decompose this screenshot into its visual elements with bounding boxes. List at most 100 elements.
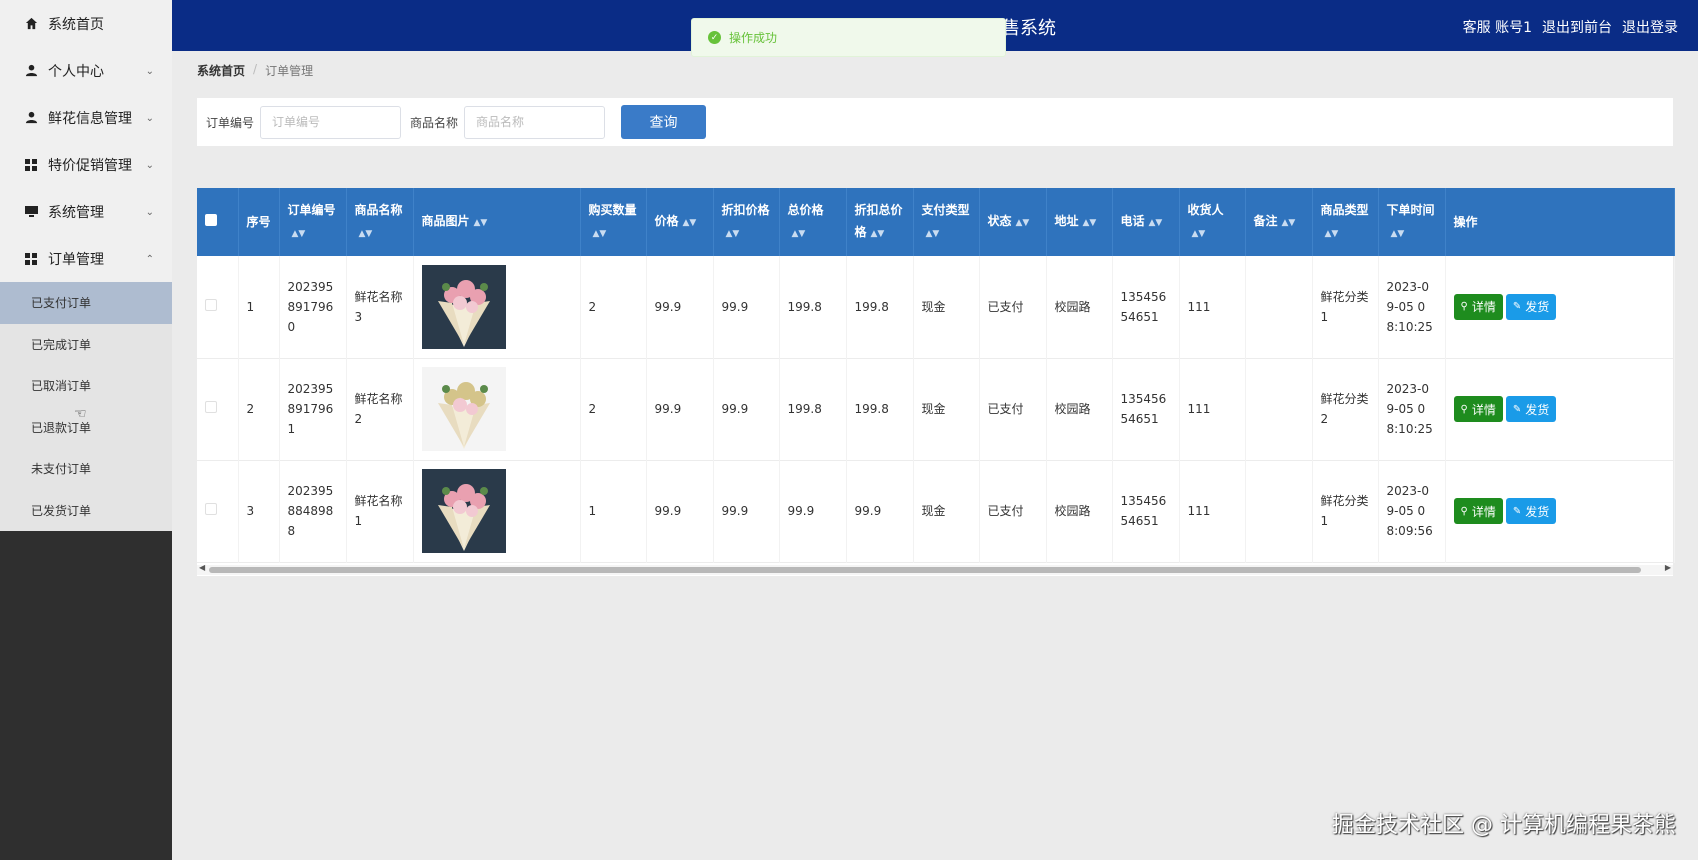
sidebar-item-flower-info[interactable]: 鲜花信息管理 ⌄ [0,94,172,141]
check-circle-icon: ✓ [708,31,721,44]
app-title: 售系统 [1002,18,1056,39]
scrollbar-thumb[interactable] [209,567,1641,573]
scroll-left-icon[interactable]: ◀ [199,563,205,572]
col-qty[interactable]: 购买数量 ▲▼ [580,188,647,256]
cell-status: 已支付 [979,256,1047,358]
chevron-up-icon: ⌃ [145,253,154,265]
sort-icon[interactable]: ▲▼ [1391,229,1405,239]
col-label: 购买数量 [588,203,637,217]
detail-button[interactable]: ⚲ 详情 [1453,396,1503,422]
sort-icon[interactable]: ▲▼ [1282,218,1296,228]
col-address[interactable]: 地址 ▲▼ [1046,188,1113,256]
ship-button[interactable]: ✎ 发货 [1505,396,1557,422]
col-label: 商品类型 [1320,203,1369,217]
actions-cell: ⚲ 详情 ✎ 发货 [1445,358,1675,460]
select-all-checkbox[interactable] [205,214,217,226]
sort-icon[interactable]: ▲▼ [292,229,306,239]
col-total[interactable]: 总价格 ▲▼ [779,188,847,256]
sort-icon[interactable]: ▲▼ [1192,229,1206,239]
sort-icon[interactable]: ▲▼ [474,218,488,228]
sidebar-item-personal[interactable]: 个人中心 ⌄ [0,47,172,94]
submenu-item-completed[interactable]: 已完成订单 [0,324,172,366]
table-row: 2 2023958917961 鲜花名称2 2 99.9 99.9 199.8 199.8 现金… [197,358,1675,460]
col-remark[interactable]: 备注 ▲▼ [1245,188,1313,256]
product-name-input[interactable] [464,105,606,139]
cell-disc-price: 99.9 [713,358,780,460]
sort-icon[interactable]: ▲▼ [1016,218,1030,228]
sidebar-item-promo[interactable]: 特价促销管理 ⌄ [0,141,172,188]
cell-order-no: 2023958848988 [279,460,347,562]
detail-button[interactable]: ⚲ 详情 [1453,498,1503,524]
col-name[interactable]: 商品名称 ▲▼ [346,188,414,256]
chevron-down-icon: ⌄ [145,159,154,171]
cell-address: 校园路 [1046,460,1113,562]
sort-icon[interactable]: ▲▼ [871,229,885,239]
table-header-row: 序号 订单编号 ▲▼ 商品名称 ▲▼ 商品图片 ▲▼ 购买数量 ▲▼ 价格 ▲▼ 折扣价格… [197,188,1675,256]
col-disc-price[interactable]: 折扣价格 ▲▼ [713,188,780,256]
ship-button[interactable]: ✎ 发货 [1505,498,1557,524]
col-disc-total[interactable]: 折扣总价格 ▲▼ [846,188,914,256]
actions-cell: ⚲ 详情 ✎ 发货 [1445,460,1675,562]
sort-icon[interactable]: ▲▼ [926,229,940,239]
horizontal-scrollbar[interactable]: ◀ ▶ [197,563,1673,575]
front-link[interactable]: 退出到前台 [1542,17,1612,37]
sort-icon[interactable]: ▲▼ [1083,218,1097,228]
ship-button-label: 发货 [1525,402,1550,417]
cell-qty: 2 [580,358,647,460]
account-label: 客服 账号1 [1462,20,1532,36]
sort-icon[interactable]: ▲▼ [792,229,806,239]
col-image[interactable]: 商品图片 ▲▼ [413,188,581,256]
row-checkbox[interactable] [205,401,217,413]
col-pay-type[interactable]: 支付类型 ▲▼ [913,188,980,256]
sort-icon[interactable]: ▲▼ [683,218,697,228]
col-status[interactable]: 状态 ▲▼ [979,188,1047,256]
detail-button-label: 详情 [1471,300,1496,315]
order-no-input[interactable] [260,105,402,139]
cell-status: 已支付 [979,460,1047,562]
row-checkbox[interactable] [205,503,217,515]
cell-pay-type: 现金 [913,256,980,358]
user-icon [24,64,38,78]
sidebar-item-orders[interactable]: 订单管理 ⌃ [0,235,172,282]
breadcrumb-home[interactable]: 系统首页 [197,62,245,79]
row-checkbox[interactable] [205,298,217,311]
grid-icon [24,158,38,172]
ship-button[interactable]: ✎ 发货 [1505,293,1557,320]
col-label: 商品图片 [421,214,470,228]
sidebar-item-label: 个人中心 [48,63,104,80]
col-receiver[interactable]: 收货人 ▲▼ [1179,188,1246,256]
search-icon: ⚲ [1460,505,1468,517]
scroll-right-icon[interactable]: ▶ [1665,563,1671,572]
row-checkbox-cell [197,358,239,460]
product-image-cell [413,358,581,460]
submenu-item-cancelled[interactable]: 已取消订单 [0,365,172,407]
col-order-no[interactable]: 订单编号 ▲▼ [279,188,347,256]
col-phone[interactable]: 电话 ▲▼ [1112,188,1180,256]
logout-link[interactable]: 退出登录 [1622,17,1678,37]
cell-name: 鲜花名称2 [346,358,414,460]
orders-table: 序号 订单编号 ▲▼ 商品名称 ▲▼ 商品图片 ▲▼ 购买数量 ▲▼ 价格 ▲▼ 折扣价格… [197,188,1675,563]
col-price[interactable]: 价格 ▲▼ [646,188,714,256]
sort-icon[interactable]: ▲▼ [1149,218,1163,228]
submenu-item-unpaid[interactable]: 未支付订单 [0,448,172,490]
col-time[interactable]: 下单时间 ▲▼ [1378,188,1446,256]
sort-icon[interactable]: ▲▼ [359,229,373,239]
submenu-item-shipped[interactable]: 已发货订单 [0,490,172,532]
sidebar-item-home[interactable]: 系统首页 [0,0,172,47]
sort-icon[interactable]: ▲▼ [1325,229,1339,239]
col-action: 操作 [1445,188,1675,256]
detail-button[interactable]: ⚲ 详情 [1453,293,1503,320]
sort-icon[interactable]: ▲▼ [726,229,740,239]
sidebar-item-system[interactable]: 系统管理 ⌄ [0,188,172,235]
cell-index: 1 [238,256,280,358]
submenu-item-paid[interactable]: 已支付订单 [0,282,172,324]
ship-button-label: 发货 [1525,300,1550,315]
col-category[interactable]: 商品类型 ▲▼ [1312,188,1379,256]
col-label: 商品名称 [354,203,403,217]
sort-icon[interactable]: ▲▼ [593,229,607,239]
cell-total: 199.8 [779,358,847,460]
mouse-cursor-icon: ☜ [74,406,87,422]
cell-disc-total: 99.9 [846,460,914,562]
cell-price: 99.9 [646,256,714,358]
query-button[interactable]: 查询 [621,105,707,139]
